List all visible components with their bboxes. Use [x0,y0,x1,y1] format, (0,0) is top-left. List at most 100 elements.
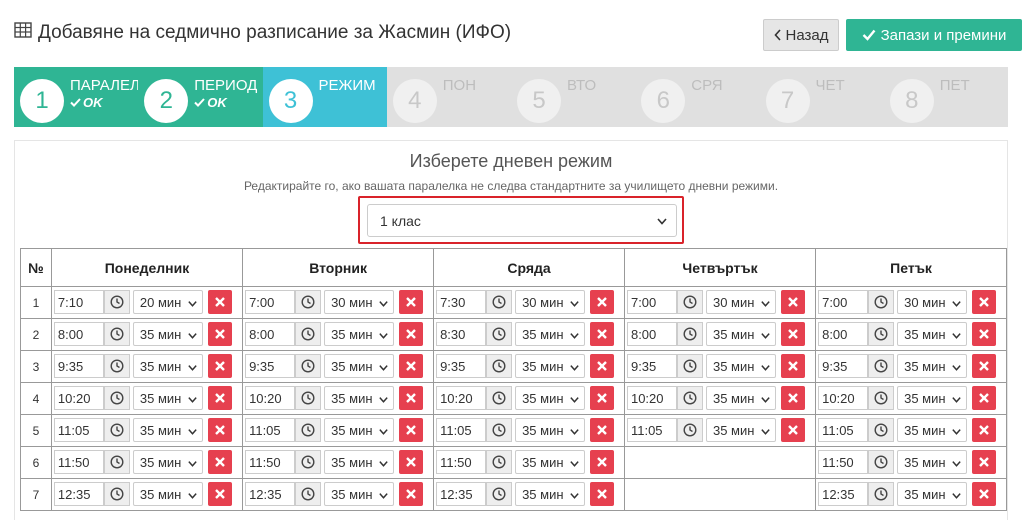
clock-icon[interactable] [295,386,322,410]
wizard-step-3[interactable]: 3 РЕЖИМ [262,67,387,127]
time-input[interactable]: 7:10 [53,290,104,314]
delete-lesson-button[interactable] [207,450,232,474]
delete-lesson-button[interactable] [590,322,615,346]
duration-select[interactable]: 30 мин [324,290,395,314]
duration-select[interactable]: 35 мин [132,322,203,346]
duration-select[interactable]: 35 мин [705,354,776,378]
clock-icon[interactable] [868,354,895,378]
time-input[interactable]: 10:20 [245,386,296,410]
clock-icon[interactable] [103,418,130,442]
time-input[interactable]: 11:05 [626,418,677,442]
duration-select[interactable]: 35 мин [132,354,203,378]
clock-icon[interactable] [103,386,130,410]
duration-select[interactable]: 35 мин [515,322,586,346]
duration-select[interactable]: 35 мин [515,418,586,442]
delete-lesson-button[interactable] [207,386,232,410]
delete-lesson-button[interactable] [207,322,232,346]
duration-select[interactable]: 35 мин [897,386,968,410]
time-input[interactable]: 9:35 [436,354,487,378]
clock-icon[interactable] [295,290,322,314]
clock-icon[interactable] [103,482,130,506]
clock-icon[interactable] [486,386,513,410]
delete-lesson-button[interactable] [207,482,232,506]
duration-select[interactable]: 35 мин [132,418,203,442]
time-input[interactable]: 9:35 [245,354,296,378]
time-input[interactable]: 11:50 [436,450,487,474]
duration-select[interactable]: 35 мин [132,482,203,506]
time-input[interactable]: 7:00 [818,290,869,314]
time-input[interactable]: 7:00 [245,290,296,314]
duration-select[interactable]: 35 мин [897,322,968,346]
clock-icon[interactable] [295,418,322,442]
duration-select[interactable]: 35 мин [324,450,395,474]
wizard-step-6[interactable]: 6 СРЯ [635,67,759,127]
time-input[interactable]: 11:05 [53,418,104,442]
clock-icon[interactable] [676,386,703,410]
clock-icon[interactable] [486,322,513,346]
time-input[interactable]: 12:35 [245,482,296,506]
time-input[interactable]: 10:20 [53,386,104,410]
delete-lesson-button[interactable] [972,322,997,346]
time-input[interactable]: 11:50 [818,450,869,474]
delete-lesson-button[interactable] [972,386,997,410]
duration-select[interactable]: 35 мин [897,418,968,442]
time-input[interactable]: 12:35 [53,482,104,506]
delete-lesson-button[interactable] [399,322,424,346]
duration-select[interactable]: 35 мин [515,482,586,506]
clock-icon[interactable] [486,418,513,442]
delete-lesson-button[interactable] [972,482,997,506]
delete-lesson-button[interactable] [780,322,805,346]
delete-lesson-button[interactable] [399,354,424,378]
clock-icon[interactable] [868,386,895,410]
duration-select[interactable]: 35 мин [897,354,968,378]
duration-select[interactable]: 35 мин [132,386,203,410]
time-input[interactable]: 8:00 [818,322,869,346]
time-input[interactable]: 11:05 [245,418,296,442]
duration-select[interactable]: 35 мин [132,450,203,474]
wizard-step-8[interactable]: 8 ПЕТ [884,67,1008,127]
delete-lesson-button[interactable] [590,450,615,474]
delete-lesson-button[interactable] [399,418,424,442]
delete-lesson-button[interactable] [590,418,615,442]
clock-icon[interactable] [295,354,322,378]
time-input[interactable]: 8:00 [245,322,296,346]
delete-lesson-button[interactable] [972,418,997,442]
clock-icon[interactable] [676,290,703,314]
delete-lesson-button[interactable] [972,450,997,474]
wizard-step-5[interactable]: 5 ВТО [511,67,635,127]
time-input[interactable]: 12:35 [818,482,869,506]
time-input[interactable]: 8:30 [436,322,487,346]
clock-icon[interactable] [486,450,513,474]
duration-select[interactable]: 20 мин [132,290,203,314]
duration-select[interactable]: 35 мин [515,386,586,410]
duration-select[interactable]: 35 мин [324,482,395,506]
clock-icon[interactable] [486,290,513,314]
clock-icon[interactable] [868,418,895,442]
duration-select[interactable]: 35 мин [515,450,586,474]
time-input[interactable]: 9:35 [626,354,677,378]
clock-icon[interactable] [103,354,130,378]
delete-lesson-button[interactable] [972,290,997,314]
duration-select[interactable]: 35 мин [897,450,968,474]
duration-select[interactable]: 30 мин [705,290,776,314]
delete-lesson-button[interactable] [207,418,232,442]
clock-icon[interactable] [486,354,513,378]
delete-lesson-button[interactable] [207,290,232,314]
time-input[interactable]: 9:35 [818,354,869,378]
clock-icon[interactable] [676,418,703,442]
save-and-next-button[interactable]: Запази и премини [846,19,1022,51]
delete-lesson-button[interactable] [399,386,424,410]
time-input[interactable]: 11:05 [818,418,869,442]
time-input[interactable]: 10:20 [818,386,869,410]
wizard-step-1[interactable]: 1 ПАРАЛЕЛ OK [14,67,140,127]
delete-lesson-button[interactable] [590,290,615,314]
clock-icon[interactable] [103,450,130,474]
clock-icon[interactable] [295,322,322,346]
delete-lesson-button[interactable] [972,354,997,378]
delete-lesson-button[interactable] [780,290,805,314]
clock-icon[interactable] [868,290,895,314]
clock-icon[interactable] [103,290,130,314]
delete-lesson-button[interactable] [590,386,615,410]
time-input[interactable]: 8:00 [626,322,677,346]
wizard-step-4[interactable]: 4 ПОН [387,67,511,127]
